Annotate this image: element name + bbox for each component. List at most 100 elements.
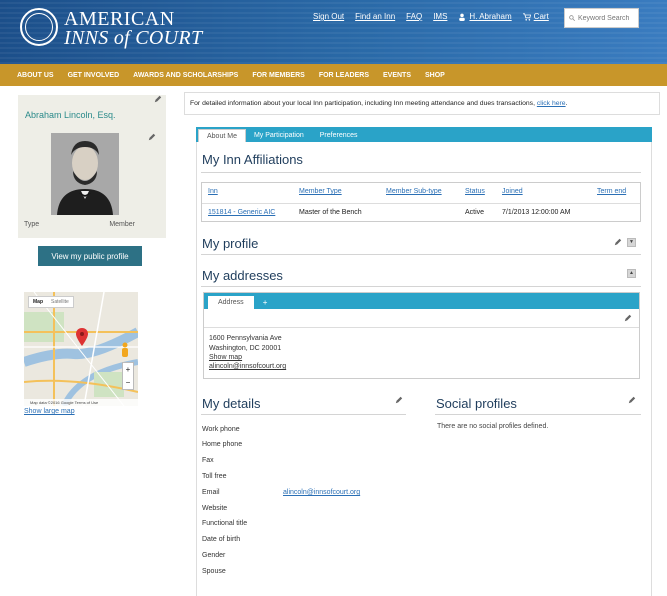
site-header: AMERICAN INNS of COURT Sign Out Find an …: [0, 0, 667, 64]
address-email-link[interactable]: alincoln@innsofcourt.org: [209, 363, 286, 370]
inn-link[interactable]: 151814 - Generic AIC: [208, 209, 275, 216]
address-tabs: Address +: [204, 293, 639, 309]
table-header-row: Inn Member Type Member Sub-type Status J…: [202, 183, 640, 201]
details-title: My details: [202, 396, 261, 411]
address-box: Address + 1600 Pennsylvania Ave Washingt…: [203, 292, 640, 379]
address-street: 1600 Pennsylvania Ave: [209, 335, 282, 342]
map-zoom-controls: + −: [122, 362, 134, 390]
nav-events[interactable]: EVENTS: [383, 72, 411, 79]
map-tab-map[interactable]: Map: [29, 297, 47, 307]
nav-get-involved[interactable]: GET INVOLVED: [68, 72, 120, 79]
address-city: Washington, DC 20001: [209, 345, 282, 352]
affiliations-table: Inn Member Type Member Sub-type Status J…: [201, 182, 641, 222]
view-public-profile-button[interactable]: View my public profile: [38, 246, 142, 266]
cart-icon: [522, 13, 531, 21]
edit-pencil-icon[interactable]: [154, 95, 162, 103]
social-title: Social profiles: [436, 396, 517, 411]
tab-about-me[interactable]: About Me: [198, 129, 246, 142]
addresses-divider: [201, 286, 641, 287]
detail-spouse: Spouse: [202, 568, 226, 575]
social-empty-text: There are no social profiles defined.: [437, 423, 549, 430]
detail-work-phone: Work phone: [202, 426, 240, 433]
detail-home-phone: Home phone: [202, 441, 243, 448]
profile-divider: [201, 254, 641, 255]
logo-text-line2[interactable]: INNS of COURT: [64, 27, 202, 50]
location-map[interactable]: Map Satellite + − Map data ©2016 Google …: [24, 292, 138, 406]
search-icon: [569, 15, 575, 21]
affiliations-divider: [201, 172, 641, 173]
nav-for-members[interactable]: FOR MEMBERS: [252, 72, 305, 79]
affiliations-title: My Inn Affiliations: [202, 152, 303, 167]
user-link[interactable]: H. Abraham: [458, 12, 512, 21]
zoom-in-button[interactable]: +: [123, 363, 133, 376]
col-inn[interactable]: Inn: [208, 188, 218, 195]
faq-link[interactable]: FAQ: [406, 12, 422, 21]
tab-address[interactable]: Address: [208, 296, 254, 309]
map-attribution: Map data ©2016 Google Terms of Use: [24, 399, 138, 406]
edit-social-pencil-icon[interactable]: [628, 396, 636, 404]
detail-date-of-birth: Date of birth: [202, 536, 241, 543]
show-map-link[interactable]: Show map: [209, 354, 242, 361]
col-term-end[interactable]: Term end: [597, 188, 626, 195]
detail-website: Website: [202, 505, 228, 512]
map-pin-icon[interactable]: [76, 328, 88, 346]
col-member-sub-type[interactable]: Member Sub-type: [386, 188, 442, 195]
cart-link[interactable]: Cart: [522, 12, 549, 21]
nav-awards-scholarships[interactable]: AWARDS AND SCHOLARSHIPS: [133, 72, 238, 79]
info-bar: For detailed information about your loca…: [184, 92, 660, 115]
click-here-link[interactable]: click here: [537, 100, 566, 107]
collapse-profile-icon[interactable]: ▼: [627, 238, 636, 247]
street-view-icon[interactable]: [120, 342, 130, 358]
details-divider: [201, 414, 406, 415]
user-link-label: H. Abraham: [469, 12, 512, 21]
status-cell: Active: [465, 209, 485, 216]
details-email-link[interactable]: alincoln@innsofcourt.org: [283, 489, 360, 496]
show-large-map-link[interactable]: Show large map: [24, 408, 75, 415]
info-suffix: .: [565, 100, 568, 107]
detail-functional-title: Functional title: [202, 520, 248, 527]
nav-for-leaders[interactable]: FOR LEADERS: [319, 72, 369, 79]
joined-cell: 7/1/2013 12:00:00 AM: [502, 209, 571, 216]
address-divider: [204, 327, 639, 328]
col-status[interactable]: Status: [465, 188, 485, 195]
member-type-cell: Master of the Bench: [299, 209, 362, 216]
edit-details-pencil-icon[interactable]: [395, 396, 403, 404]
member-photo: [51, 133, 119, 215]
member-name: Abraham Lincoln, Esq.: [25, 110, 116, 120]
cart-link-label: Cart: [533, 12, 549, 21]
nav-shop[interactable]: SHOP: [425, 72, 445, 79]
profile-title: My profile: [202, 236, 259, 251]
edit-address-pencil-icon[interactable]: [624, 314, 632, 322]
map-tab-satellite[interactable]: Satellite: [47, 297, 73, 307]
nav-about-us[interactable]: ABOUT US: [17, 72, 54, 79]
detail-email: Email: [202, 489, 220, 496]
info-text: For detailed information about your loca…: [190, 100, 537, 107]
table-row: 151814 - Generic AIC Master of the Bench…: [202, 203, 640, 221]
zoom-out-button[interactable]: −: [123, 376, 133, 389]
find-an-inn-link[interactable]: Find an Inn: [355, 12, 395, 21]
edit-profile-pencil-icon[interactable]: [614, 238, 622, 246]
search-input[interactable]: [578, 14, 638, 22]
map-type-tabs: Map Satellite: [28, 296, 74, 308]
tab-my-participation[interactable]: My Participation: [246, 129, 312, 142]
top-nav: Sign Out Find an Inn FAQ IMS H. Abraham …: [313, 12, 549, 21]
ims-link[interactable]: IMS: [433, 12, 447, 21]
col-joined[interactable]: Joined: [502, 188, 523, 195]
type-value: Member: [109, 221, 135, 228]
search-box[interactable]: [564, 8, 639, 28]
sign-out-link[interactable]: Sign Out: [313, 12, 344, 21]
type-label: Type: [24, 221, 40, 228]
addresses-title: My addresses: [202, 268, 283, 283]
collapse-addresses-icon[interactable]: ▲: [627, 269, 636, 278]
portrait-image: [51, 133, 119, 215]
profile-card: Abraham Lincoln, Esq. Type Member: [18, 95, 166, 238]
edit-photo-pencil-icon[interactable]: [148, 133, 156, 141]
col-member-type[interactable]: Member Type: [299, 188, 342, 195]
user-icon: [459, 13, 466, 21]
add-address-tab[interactable]: +: [254, 296, 277, 309]
tab-preferences[interactable]: Preferences: [312, 129, 366, 142]
logo-seal-icon[interactable]: [20, 8, 58, 46]
detail-toll-free: Toll free: [202, 473, 227, 480]
main-nav: ABOUT US GET INVOLVED AWARDS AND SCHOLAR…: [0, 64, 667, 86]
detail-fax: Fax: [202, 457, 214, 464]
